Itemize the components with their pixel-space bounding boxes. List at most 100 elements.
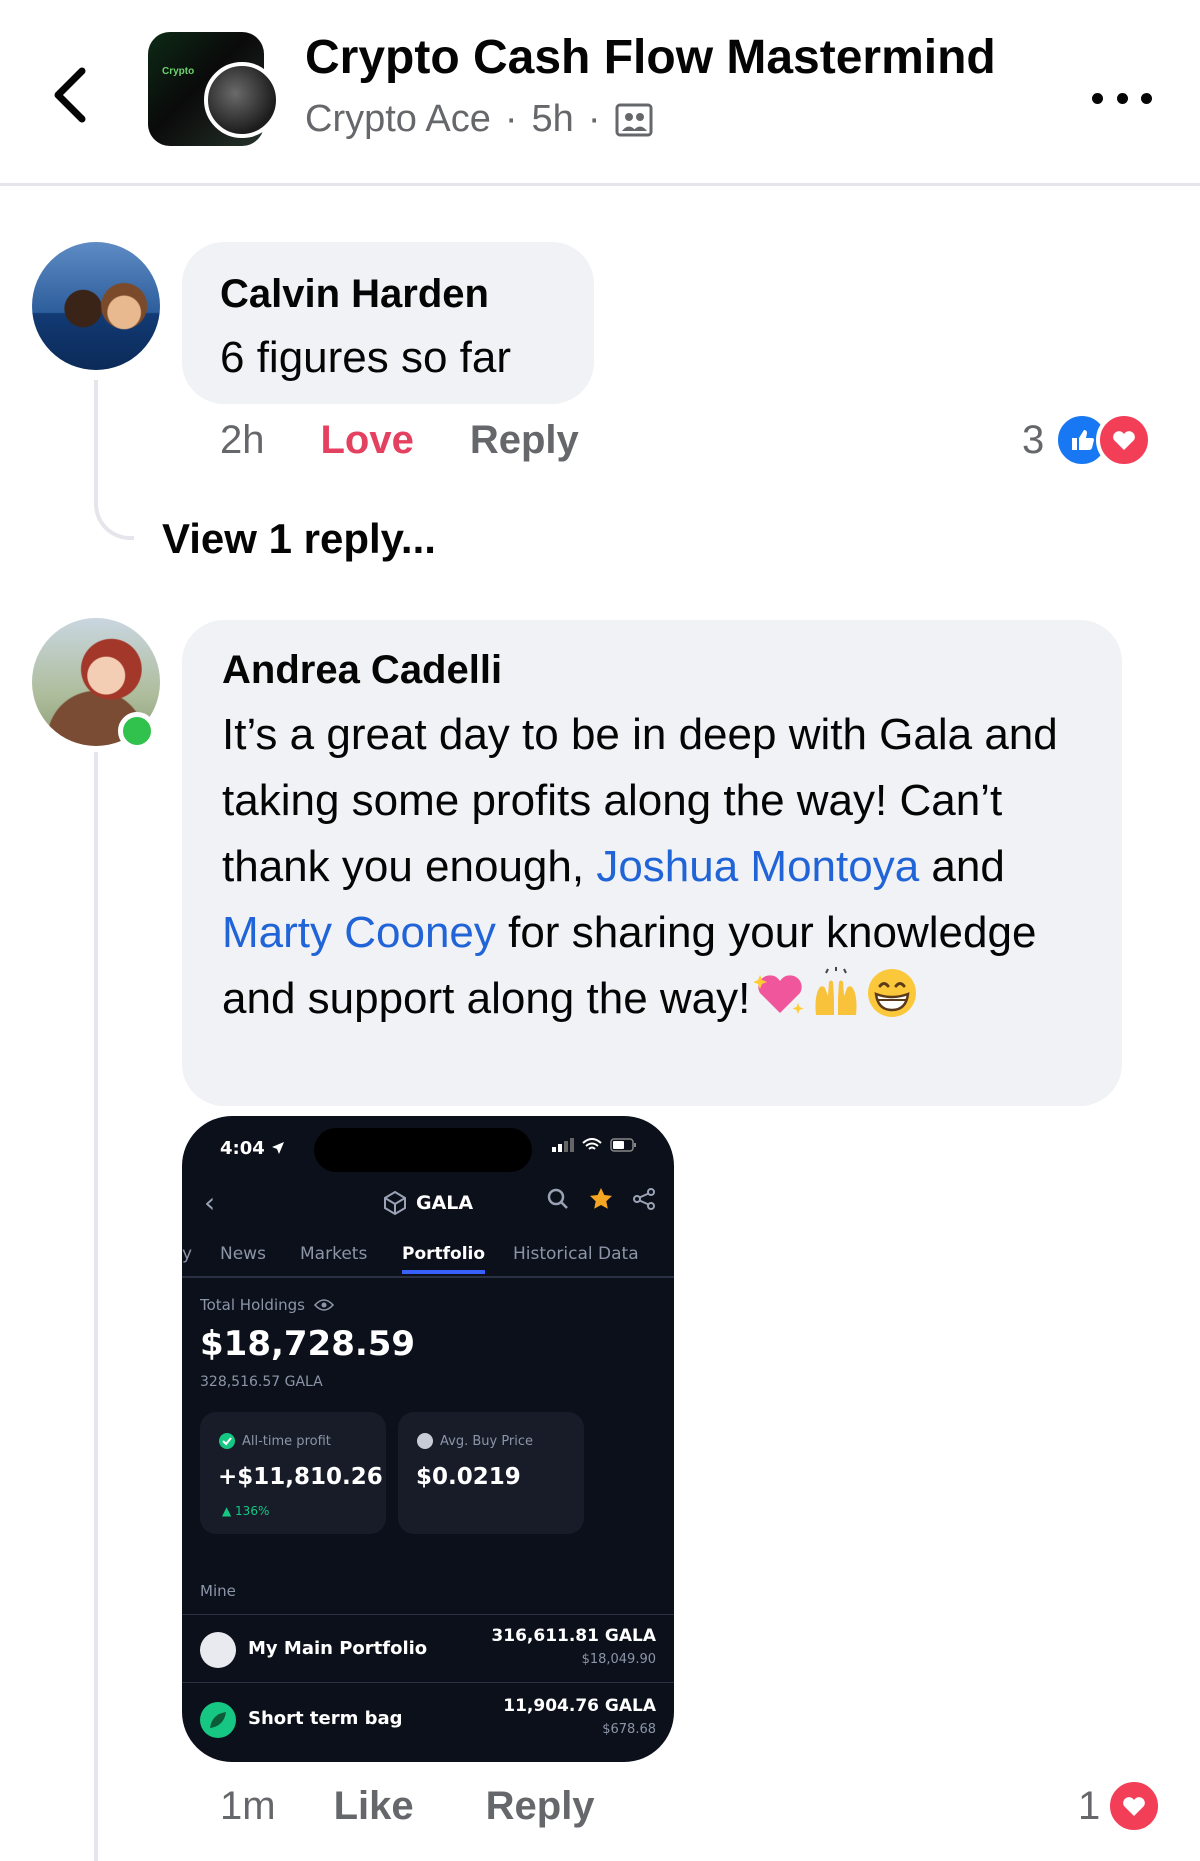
portfolio-usd: $18,049.90: [581, 1652, 656, 1667]
status-time-text: 4:04: [220, 1138, 265, 1159]
status-time: 4:04: [220, 1138, 285, 1159]
portfolio-amount: 316,611.81 GALA: [491, 1626, 656, 1646]
profit-value: +$11,810.26: [218, 1464, 383, 1490]
reply-button[interactable]: Reply: [486, 1784, 595, 1829]
portfolio-section-label: Mine: [200, 1582, 236, 1600]
love-reaction-icon: [1096, 412, 1153, 468]
profit-label: All-time profit: [218, 1432, 331, 1450]
attached-screenshot[interactable]: 4:04 ‹ GALA y News Markets Portfolio His…: [182, 1116, 674, 1762]
love-reaction-icon: [1106, 1778, 1163, 1834]
more-dot: [1141, 92, 1152, 104]
profit-label-text: All-time profit: [242, 1433, 331, 1449]
coin-tabs: y News Markets Portfolio Historical Data: [182, 1240, 674, 1278]
like-button[interactable]: Like: [334, 1784, 414, 1829]
portfolio-row[interactable]: My Main Portfolio 316,611.81 GALA $18,04…: [200, 1620, 656, 1676]
thread-curve: [94, 470, 134, 540]
total-holdings-label-text: Total Holdings: [200, 1296, 305, 1314]
eye-icon[interactable]: [313, 1298, 334, 1312]
coin-nav-bar: ‹ GALA: [182, 1182, 674, 1226]
post-meta: Crypto Ace · 5h ·: [305, 98, 654, 141]
location-arrow-icon: [272, 1142, 285, 1154]
avg-buy-label: Avg. Buy Price: [416, 1432, 533, 1450]
comment-text: It’s a great day to be in deep with Gala…: [222, 702, 1082, 1032]
portfolio-name: My Main Portfolio: [248, 1638, 428, 1659]
divider: [182, 1614, 674, 1615]
comment-actions: 1m Like Reply: [220, 1784, 651, 1829]
status-icons: [552, 1138, 638, 1152]
star-icon[interactable]: [588, 1186, 614, 1212]
portfolio-amount: 11,904.76 GALA: [503, 1696, 656, 1716]
tab-partial[interactable]: y: [182, 1244, 192, 1264]
author-name[interactable]: Crypto Ace: [305, 98, 491, 141]
thread-line: [94, 752, 98, 1861]
avg-buy-price-card: Avg. Buy Price $0.0219: [398, 1412, 584, 1534]
comment-actions: 2h Love Reply: [220, 418, 635, 463]
total-holdings-value: $18,728.59: [200, 1324, 416, 1364]
all-time-profit-card: All-time profit +$11,810.26 ▲ 136%: [200, 1412, 386, 1534]
meta-separator: ·: [587, 98, 601, 140]
divider: [182, 1682, 674, 1683]
online-status-indicator: [118, 712, 156, 750]
signal-icon: [552, 1138, 574, 1152]
coin-tools: [546, 1186, 656, 1212]
reaction-count: 1: [1078, 1783, 1101, 1828]
avg-buy-label-text: Avg. Buy Price: [440, 1433, 534, 1449]
profit-change: ▲ 136%: [222, 1504, 270, 1518]
total-coin-amount: 328,516.57 GALA: [200, 1374, 323, 1390]
tab-markets[interactable]: Markets: [300, 1244, 367, 1264]
more-dot: [1092, 92, 1103, 104]
comment-bubble: Calvin Harden 6 figures so far: [182, 242, 594, 404]
commenter-name[interactable]: Andrea Cadelli: [222, 646, 1082, 694]
back-button[interactable]: [40, 60, 100, 130]
comment-bubble: Andrea Cadelli It’s a great day to be in…: [182, 620, 1122, 1106]
view-replies-link[interactable]: View 1 reply...: [162, 515, 436, 563]
reply-button[interactable]: Reply: [470, 418, 579, 463]
love-reaction-button[interactable]: Love: [321, 418, 414, 463]
avg-buy-value: $0.0219: [416, 1464, 521, 1490]
post-header: Crypto Crypto Cash Flow Mastermind Crypt…: [0, 0, 1200, 186]
post-time[interactable]: 5h: [532, 98, 574, 141]
total-holdings-label: Total Holdings: [200, 1296, 334, 1314]
more-options-button[interactable]: [1092, 78, 1152, 118]
tab-portfolio[interactable]: Portfolio: [402, 1244, 486, 1274]
group-title[interactable]: Crypto Cash Flow Mastermind: [305, 30, 996, 85]
share-icon[interactable]: [632, 1187, 656, 1211]
comment-text: 6 figures so far: [220, 333, 512, 382]
dynamic-island: [314, 1128, 532, 1172]
mention-link[interactable]: Joshua Montoya: [596, 842, 919, 891]
members-audience-icon: [615, 103, 653, 136]
thread-line: [94, 380, 98, 474]
chevron-left-icon[interactable]: ‹: [204, 1186, 215, 1219]
chevron-left-icon: [54, 67, 86, 123]
comment-text-part: and: [919, 842, 1005, 891]
group-avatar[interactable]: Crypto: [148, 32, 280, 146]
comment-time[interactable]: 1m: [220, 1784, 276, 1829]
check-circle-icon: [219, 1433, 235, 1449]
coin-title: GALA: [382, 1190, 473, 1216]
search-icon[interactable]: [546, 1187, 570, 1211]
tab-news[interactable]: News: [220, 1244, 266, 1264]
info-circle-icon: [417, 1433, 433, 1449]
portfolio-row[interactable]: Short term bag 11,904.76 GALA $678.68: [200, 1690, 656, 1746]
sparkling-heart-icon: [754, 975, 804, 1014]
comment-time[interactable]: 2h: [220, 418, 265, 463]
portfolio-usd: $678.68: [602, 1722, 656, 1737]
wifi-icon: [582, 1138, 602, 1150]
portfolio-icon: [200, 1632, 236, 1668]
battery-icon: [610, 1138, 636, 1152]
mention-link[interactable]: Marty Cooney: [222, 908, 496, 957]
meta-separator: ·: [504, 98, 518, 140]
reaction-summary[interactable]: 1: [1078, 1778, 1163, 1834]
tab-historical-data[interactable]: Historical Data: [513, 1244, 639, 1264]
gala-logo-icon: [384, 1190, 406, 1216]
coin-name: GALA: [416, 1192, 474, 1214]
group-logo-text: Crypto: [162, 66, 195, 77]
reaction-summary[interactable]: 3: [1022, 412, 1153, 468]
reaction-count: 3: [1022, 417, 1045, 462]
commenter-name[interactable]: Calvin Harden: [220, 270, 556, 318]
commenter-avatar[interactable]: [32, 242, 160, 370]
more-dot: [1116, 92, 1128, 104]
grinning-face-icon: [868, 969, 917, 1017]
leaf-icon: [200, 1702, 236, 1738]
author-avatar: [204, 62, 280, 138]
